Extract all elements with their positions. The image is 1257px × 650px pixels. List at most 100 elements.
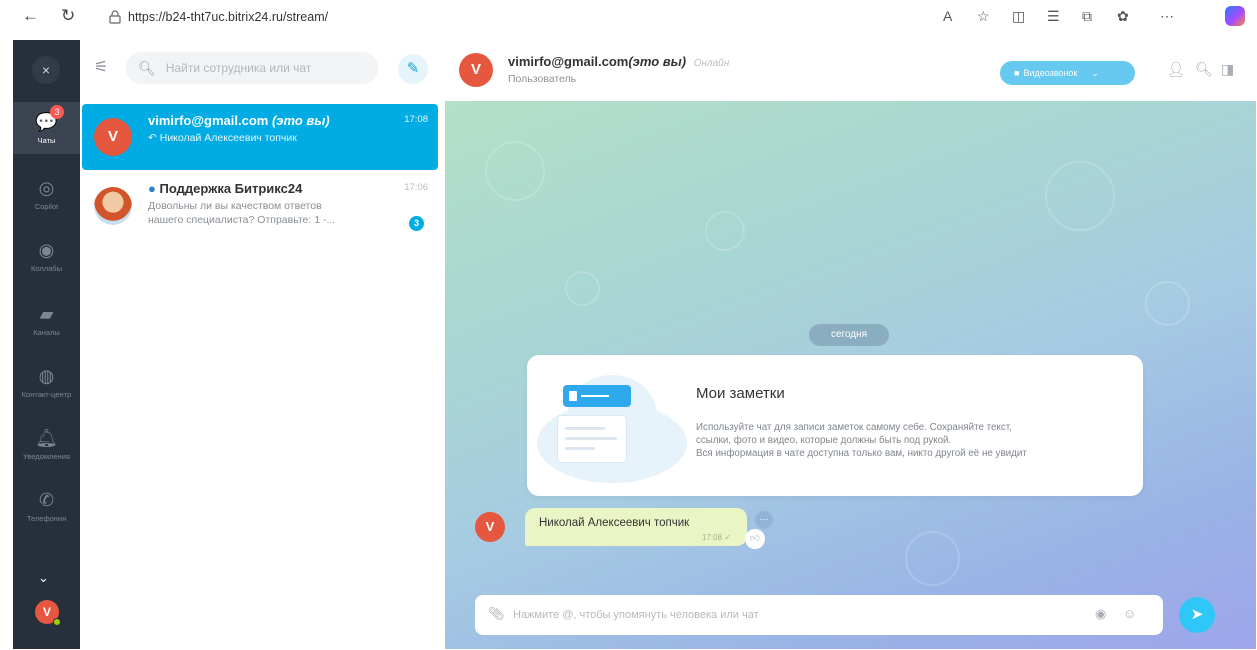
search-input[interactable] <box>163 60 364 76</box>
chat-last-message-text: Николай Алексеевич топчик <box>159 132 297 144</box>
lock-icon <box>109 10 121 24</box>
chat-list-panel: ⚟ 🔍︎ ✎ V vimirfo@gmail.com (это вы) ↶ Ни… <box>80 40 445 649</box>
more-menu-icon[interactable]: ⋯ <box>1160 8 1174 25</box>
avatar: V <box>94 118 132 156</box>
chevron-down-icon[interactable]: ⌄ <box>1091 68 1099 79</box>
rail-item-label: Каналы <box>33 328 60 337</box>
notes-line: Вся информация в чате доступна только ва… <box>696 448 1027 459</box>
avatar <box>94 187 132 225</box>
chat-header-role: Пользователь <box>508 73 577 85</box>
compose-icon: ✎ <box>406 60 420 77</box>
chat-time: 17:06 <box>404 182 428 193</box>
address-bar[interactable]: https://b24-tht7uc.bitrix24.ru/stream/ <box>108 6 328 28</box>
close-icon[interactable]: × <box>32 56 60 84</box>
search-icon[interactable]: 🔍︎ <box>1195 61 1213 78</box>
rail-item-chats[interactable]: 💬 Чаты 3 <box>13 102 80 154</box>
chat-icon: 💬 <box>35 112 58 132</box>
unread-counter: 3 <box>409 216 424 231</box>
sidebar-toggle-icon[interactable]: ◨ <box>1221 61 1234 78</box>
chat-messages-area[interactable]: сегодня Мои заметки Используйте чат для … <box>445 101 1256 649</box>
send-button[interactable]: ➤ <box>1179 597 1215 633</box>
message-input[interactable] <box>511 604 1071 626</box>
chat-title-text: vimirfo@gmail.com <box>148 113 269 128</box>
browser-toolbar: ← ↻ https://b24-tht7uc.bitrix24.ru/strea… <box>0 0 1257 34</box>
avatar[interactable]: V <box>459 53 493 87</box>
back-arrow-icon[interactable]: ← <box>22 6 39 26</box>
rail-item-label: Copilot <box>34 202 59 211</box>
message-input-box: 📎︎ ◉ ☺ <box>475 595 1163 635</box>
message-time: 17:08 <box>702 533 723 542</box>
copilot-icon: ◎ <box>38 178 55 198</box>
rail-item-telephony[interactable]: ✆ Телефония <box>13 490 80 523</box>
reaction-like-icon[interactable]: 👍︎ <box>745 529 765 549</box>
verified-icon: ● <box>148 181 156 196</box>
message-status: 17:08 ✓ <box>702 533 731 542</box>
chat-header-name[interactable]: vimirfo@gmail.com(это вы) Онлайн <box>508 54 729 69</box>
paperclip-icon[interactable]: 📎︎ <box>488 606 505 622</box>
rail-item-label: Контакт-центр <box>21 390 72 399</box>
reply-arrow-icon: ↶ <box>148 132 157 144</box>
chat-last-message: Довольны ли вы качеством ответов нашего … <box>148 199 335 227</box>
rail-item-collabs[interactable]: ◉ Коллабы <box>13 240 80 273</box>
chevron-down-icon[interactable]: ⌄ <box>38 570 49 586</box>
reload-icon[interactable]: ↻ <box>61 6 75 26</box>
rail-item-notifications[interactable]: 🔔︎ Уведомления <box>13 428 80 461</box>
add-user-icon[interactable]: 👤︎ <box>1167 61 1185 78</box>
new-chat-button[interactable]: ✎ <box>398 54 428 84</box>
chat-header-name-suffix: (это вы) <box>628 54 687 69</box>
emoji-icon[interactable]: ☺ <box>1123 606 1136 621</box>
online-indicator <box>53 618 61 626</box>
favorite-star-icon[interactable]: ☆ <box>977 8 990 25</box>
background-pattern <box>705 211 745 251</box>
url-text: https://b24-tht7uc.bitrix24.ru/stream/ <box>128 10 329 24</box>
chat-title: ● Поддержка Битрикс24 <box>148 181 302 196</box>
chat-list-item[interactable]: ● Поддержка Битрикс24 Довольны ли вы кач… <box>82 172 438 238</box>
background-pattern <box>485 141 545 201</box>
background-pattern <box>905 531 960 586</box>
filter-icon[interactable]: ⚟ <box>94 57 108 77</box>
avatar[interactable]: V <box>475 512 505 542</box>
rail-item-contact-center[interactable]: ◍ Контакт-центр <box>13 366 80 399</box>
messenger-rail: × 💬 Чаты 3 ◎ Copilot ◉ Коллабы ▰ Каналы … <box>13 40 80 649</box>
message-text: Николай Алексеевич топчик <box>539 517 690 529</box>
split-screen-icon[interactable]: ◫ <box>1012 8 1025 25</box>
background-pattern <box>565 271 600 306</box>
chat-header-name-text: vimirfo@gmail.com <box>508 54 629 69</box>
notes-line: Используйте чат для записи заметок самом… <box>696 422 1012 433</box>
copilot-input-icon[interactable]: ◉ <box>1095 606 1106 622</box>
rail-item-channels[interactable]: ▰ Каналы <box>13 304 80 337</box>
background-pattern <box>1045 161 1115 231</box>
chat-title: vimirfo@gmail.com (это вы) <box>148 113 330 128</box>
chat-last-message: ↶ Николай Алексеевич топчик <box>148 131 297 145</box>
message-bubble[interactable]: Николай Алексеевич топчик 17:08 ✓ <box>525 508 747 546</box>
collections-icon[interactable]: ⧉ <box>1082 8 1092 25</box>
chat-title-suffix: (это вы) <box>271 113 330 128</box>
extension-icon[interactable]: ✿ <box>1117 8 1129 25</box>
chat-title-text: Поддержка Битрикс24 <box>159 181 303 196</box>
message-menu-icon[interactable]: ⋯ <box>755 511 773 529</box>
search-icon: 🔍︎ <box>138 59 156 76</box>
collab-icon: ◉ <box>38 240 55 260</box>
chat-last-message-line: нашего специалиста? Отправьте: 1 -... <box>148 214 336 226</box>
chat-area: V vimirfo@gmail.com(это вы) Онлайн Польз… <box>445 40 1256 649</box>
rail-item-label: Чаты <box>37 136 56 145</box>
messenger-app: × 💬 Чаты 3 ◎ Copilot ◉ Коллабы ▰ Каналы … <box>13 40 1256 649</box>
video-camera-icon: ■ <box>1014 68 1020 78</box>
copilot-icon[interactable] <box>1225 6 1245 26</box>
read-aloud-icon[interactable]: A <box>943 8 952 24</box>
rail-item-copilot[interactable]: ◎ Copilot <box>13 178 80 211</box>
channel-icon: ▰ <box>39 304 54 324</box>
phone-icon: ✆ <box>38 490 55 510</box>
video-call-label: Видеозвонок <box>1023 68 1078 78</box>
send-arrow-icon: ➤ <box>1190 606 1204 623</box>
notes-intro-card: Мои заметки Используйте чат для записи з… <box>527 355 1143 496</box>
check-icon: ✓ <box>724 533 731 542</box>
notes-illustration <box>537 375 687 483</box>
chat-time: 17:08 <box>404 114 428 125</box>
favorites-list-icon[interactable]: ☰ <box>1047 8 1060 25</box>
chat-list-item[interactable]: V vimirfo@gmail.com (это вы) ↶ Николай А… <box>82 104 438 170</box>
search-box: 🔍︎ <box>126 52 378 84</box>
rail-item-label: Коллабы <box>31 264 62 273</box>
video-call-button[interactable]: ■ Видеозвонок ⌄ <box>1000 61 1135 85</box>
date-divider: сегодня <box>809 324 889 346</box>
